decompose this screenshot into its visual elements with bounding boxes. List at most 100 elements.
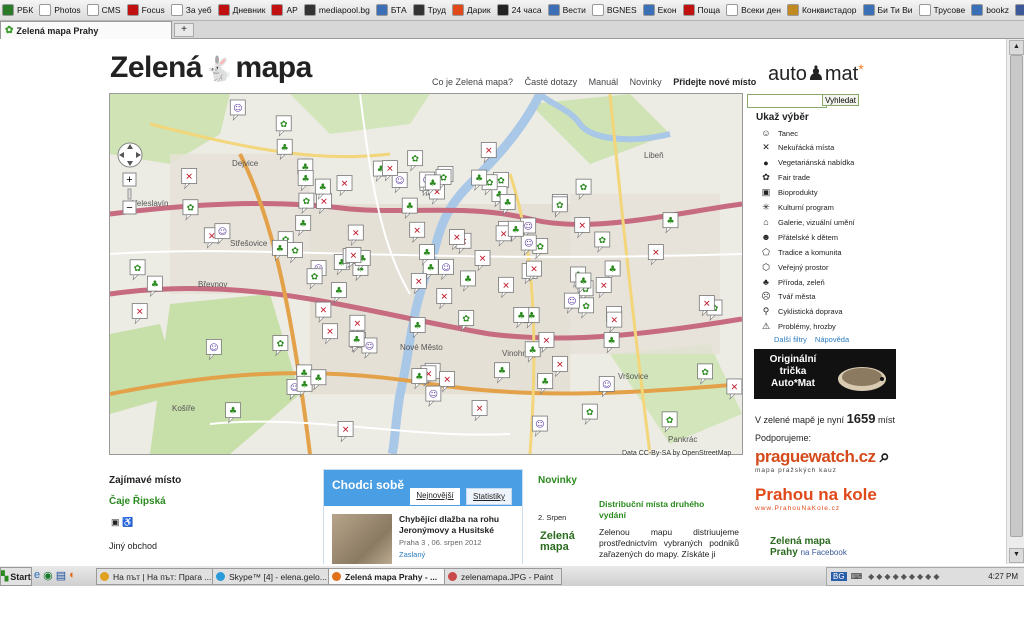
taskbar-task[interactable]: Skype™ [4] - elena.gelo... xyxy=(212,568,330,585)
nav-link-news[interactable]: Novinky xyxy=(630,77,662,87)
task-app-icon xyxy=(448,572,457,581)
bookmark-item[interactable]: Трусове xyxy=(917,1,970,19)
svg-text:✕: ✕ xyxy=(479,254,487,264)
filter-item[interactable]: ☹ Tvář města xyxy=(760,290,815,304)
keyboard-icon[interactable]: ⌨ xyxy=(851,572,863,581)
media-player-icon[interactable]: ◉ xyxy=(43,569,53,583)
bookmark-item[interactable]: Focus xyxy=(125,1,169,19)
search-input[interactable] xyxy=(747,94,827,108)
clover-icon: ✿ xyxy=(5,25,14,36)
bookmark-label: Труд xyxy=(427,5,446,15)
svg-text:☺: ☺ xyxy=(218,227,227,238)
taskbar-task[interactable]: Zelená mapa Prahy - ... xyxy=(328,568,446,585)
filter-item[interactable]: ⬠ Tradice a komunita xyxy=(760,245,841,259)
taskbar-task[interactable]: На път | На път: Прага ... xyxy=(96,568,214,585)
tab-newest[interactable]: Nejnovější xyxy=(410,488,460,505)
scroll-up-icon[interactable]: ▲ xyxy=(1009,40,1024,55)
bookmark-item[interactable]: Екон xyxy=(641,1,681,19)
top-navigation: Co je Zelená mapa? Časté dotazy Manuál N… xyxy=(432,77,756,87)
vertical-scrollbar[interactable]: ▲ ▼ xyxy=(1006,39,1024,564)
svg-text:✿: ✿ xyxy=(701,368,709,378)
map-view[interactable]: Dejvice Veleslavín Střešovice Břevnov Ko… xyxy=(109,93,743,455)
bookmark-favicon-icon xyxy=(786,4,799,16)
clock[interactable]: 4:27 PM xyxy=(988,572,1018,581)
bookmark-item[interactable]: Би Ти Ви xyxy=(861,1,917,19)
filter-item[interactable]: ⬡ Veřejný prostor xyxy=(760,260,828,274)
tab-statistics[interactable]: Statistiky xyxy=(466,488,512,505)
bookmark-item[interactable]: За уеб xyxy=(169,1,216,19)
automat-logo[interactable]: auto♟mat* xyxy=(768,61,864,86)
bookmark-label: Focus xyxy=(141,5,165,15)
filter-item[interactable]: ♣ Příroda, zeleň xyxy=(760,275,825,289)
filter-item[interactable]: ▣ Bioprodukty xyxy=(760,186,818,200)
taskbar-task[interactable]: zelenamapa.JPG - Paint xyxy=(444,568,562,585)
nav-link-about[interactable]: Co je Zelená mapa? xyxy=(432,77,513,87)
desktop-icon[interactable]: ▤ xyxy=(56,569,66,583)
filter-item[interactable]: ☺ Tanec xyxy=(760,126,798,140)
wheelchair-icon: ♿ xyxy=(122,517,134,527)
report-thumbnail[interactable] xyxy=(332,514,392,564)
support-label: Podporujeme: xyxy=(755,433,812,443)
more-filters-link[interactable]: Další filtry xyxy=(774,335,807,344)
filter-item[interactable]: ✳ Kulturní program xyxy=(760,201,834,215)
bookmark-item[interactable]: БТА xyxy=(374,1,411,19)
browser-tab[interactable]: ✿ Zelená mapa Prahy xyxy=(0,21,172,39)
start-button[interactable]: ▚ Start xyxy=(0,567,32,586)
tab-bar: ✿ Zelená mapa Prahy + xyxy=(0,21,1024,39)
poi-heading: Zajímavé místo xyxy=(109,475,182,486)
bookmark-item[interactable]: CMS xyxy=(85,1,125,19)
bookmark-item[interactable]: BGNES xyxy=(590,1,641,19)
search-button[interactable]: Vyhledat xyxy=(822,94,859,106)
svg-text:✕: ✕ xyxy=(652,249,660,259)
bookmark-item[interactable]: 24 часа xyxy=(495,1,546,19)
poi-name[interactable]: Čaje Řipská xyxy=(109,496,166,507)
news-title[interactable]: Distribuční místa druhého vydání xyxy=(599,499,719,521)
bookmark-item[interactable]: Вести xyxy=(546,1,590,19)
new-tab-button[interactable]: + xyxy=(174,23,194,37)
bookmark-item[interactable]: Труд xyxy=(411,1,450,19)
filter-item[interactable]: ⚠ Problémy, hrozby xyxy=(760,320,836,334)
ie-icon[interactable]: e xyxy=(34,569,40,583)
scroll-thumb[interactable] xyxy=(1010,55,1023,537)
bookmark-item[interactable]: mediapool.bg xyxy=(302,1,374,19)
bookmark-item[interactable]: Photos xyxy=(37,1,84,19)
filter-item[interactable]: ☻ Přátelské k dětem xyxy=(760,230,838,244)
bookmark-item[interactable]: facebook xyxy=(1013,1,1024,19)
bookmark-item[interactable]: Дарик xyxy=(450,1,495,19)
firefox-icon[interactable]: ◐ xyxy=(69,569,76,583)
bookmark-item[interactable]: AP xyxy=(269,1,301,19)
help-link[interactable]: Nápověda xyxy=(815,335,849,344)
map-attribution[interactable]: Data CC-By-SA by OpenStreetMap xyxy=(622,450,732,457)
filter-item[interactable]: ⌂ Galerie, vizuální umění xyxy=(760,215,855,229)
filter-item[interactable]: ✕ Nekuřácká místa xyxy=(760,141,834,155)
map-zoom-control: + − xyxy=(117,137,143,220)
praguewatch-logo[interactable]: praguewatch.cz ⌕ mapa pražských kauz xyxy=(755,446,890,474)
bookmark-item[interactable]: Поща xyxy=(681,1,725,19)
facebook-promo[interactable]: Zelená mapa Prahy na Facebook xyxy=(770,536,847,558)
svg-text:☺: ☺ xyxy=(567,296,576,307)
place-count-suffix: míst xyxy=(878,415,896,425)
filter-label: Nekuřácká místa xyxy=(778,143,835,153)
bookmark-item[interactable]: Конквистадор xyxy=(785,1,861,19)
site-logo[interactable]: Zelená🐇mapa xyxy=(110,51,312,85)
filter-label: Galerie, vizuální umění xyxy=(778,217,855,227)
tray-icons[interactable]: ◆◆◆◆◆◆◆◆◆ xyxy=(868,572,941,581)
filter-item[interactable]: ✿ Fair trade xyxy=(760,171,810,185)
tshirt-banner[interactable]: Originální trička Auto*Mat xyxy=(754,349,896,399)
filter-icon: ⚲ xyxy=(762,306,770,317)
filter-label: Kulturní program xyxy=(778,203,834,212)
report-title[interactable]: Chybějící dlažba na rohu Jeronýmovy a Hu… xyxy=(399,514,514,536)
nav-link-add-place[interactable]: Přidejte nové místo xyxy=(673,77,756,87)
scroll-down-icon[interactable]: ▼ xyxy=(1009,548,1024,563)
bookmark-item[interactable]: Дневник xyxy=(216,1,270,19)
language-indicator[interactable]: BG xyxy=(831,572,847,581)
filter-item[interactable]: ● Vegetariánská nabídka xyxy=(760,156,854,170)
bookmark-item[interactable]: Всеки ден xyxy=(724,1,785,19)
bookmark-item[interactable]: bookz xyxy=(969,1,1013,19)
filter-item[interactable]: ⚲ Cyklistická doprava xyxy=(760,305,843,319)
bookmark-item[interactable]: РБК xyxy=(0,1,37,19)
nav-link-manual[interactable]: Manuál xyxy=(589,77,619,87)
prahou-na-kole-logo[interactable]: Prahou na kole www.PrahouNaKole.cz xyxy=(755,485,877,512)
district-label: Břevnov xyxy=(198,280,227,289)
nav-link-faq[interactable]: Časté dotazy xyxy=(525,77,578,87)
